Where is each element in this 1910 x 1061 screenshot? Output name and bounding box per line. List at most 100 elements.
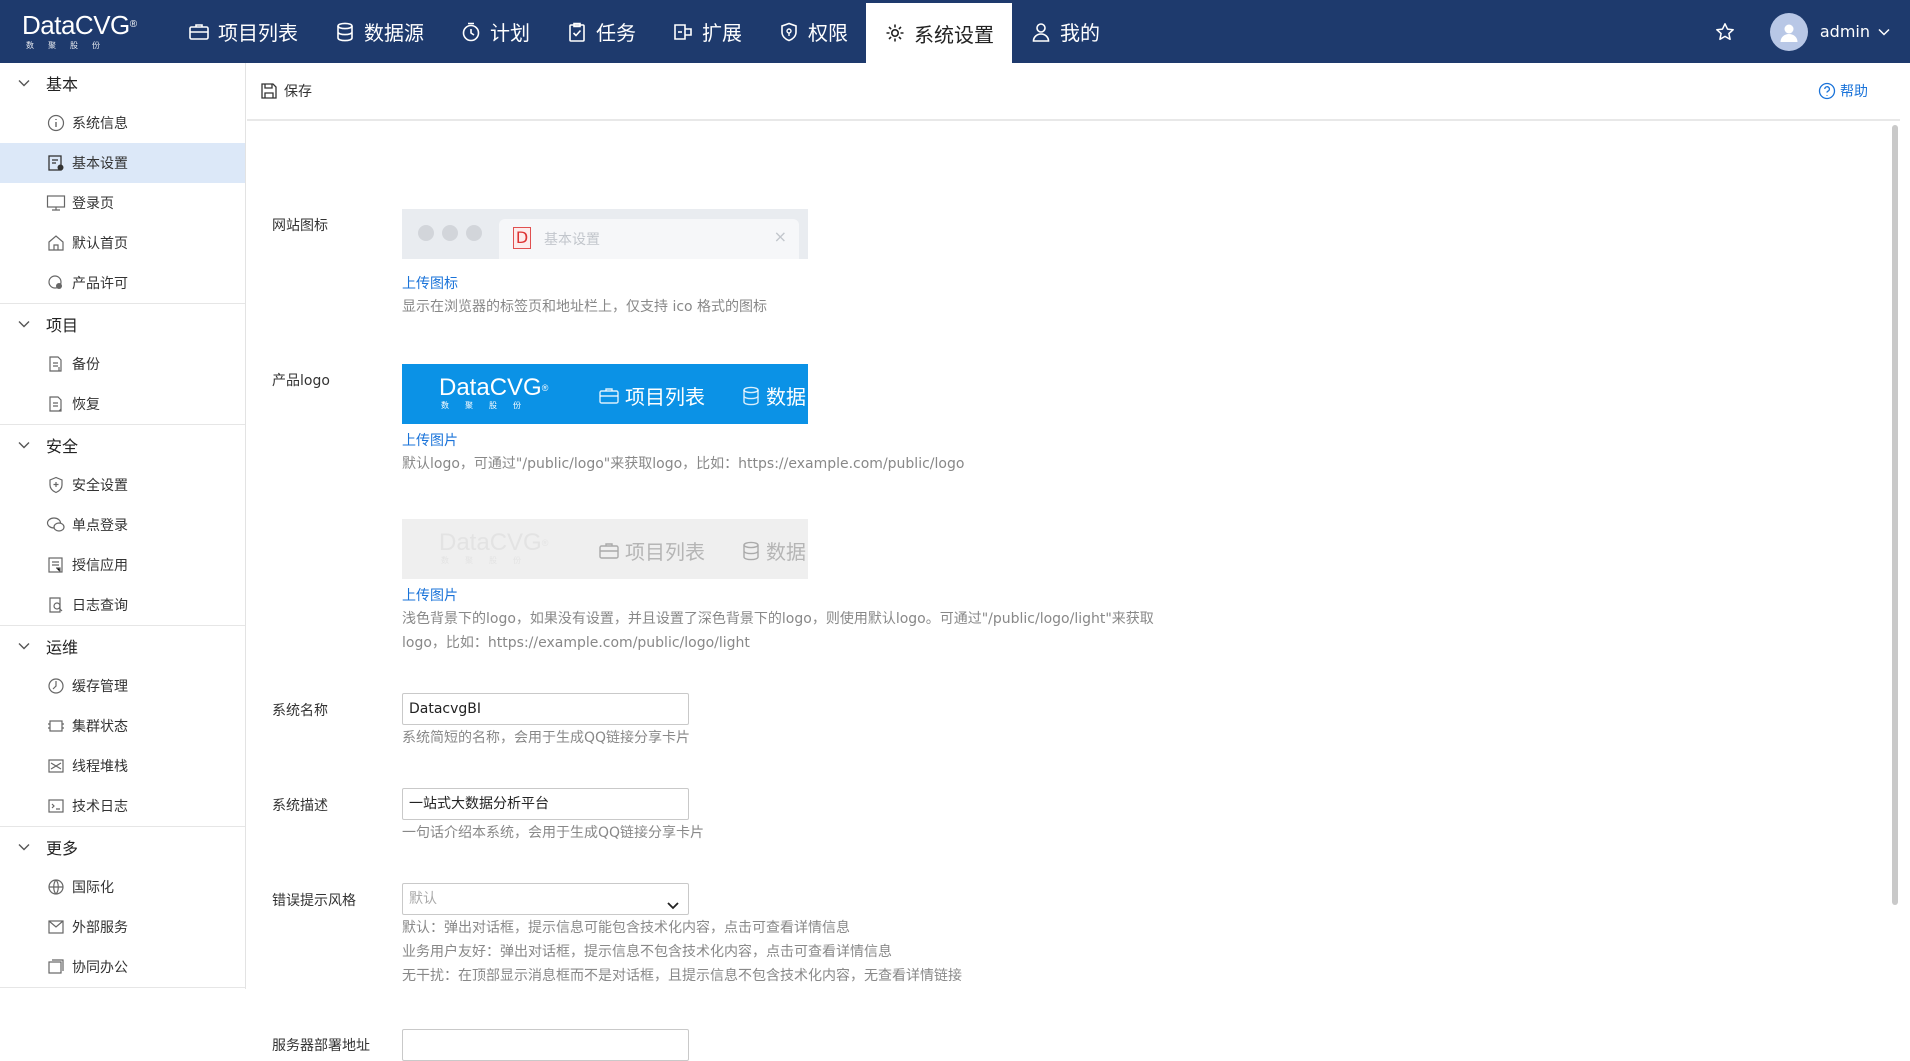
nav-permission[interactable]: 权限 bbox=[760, 0, 866, 63]
help-link[interactable]: 帮助 bbox=[1818, 81, 1868, 101]
sidebar-item-external-services[interactable]: 外部服务 bbox=[0, 907, 245, 947]
sidebar: 基本 系统信息 基本设置 登录页 默认首页 产品许可 项目 备份 恢复 安全 安… bbox=[0, 63, 246, 989]
sidebar-item-system-info[interactable]: 系统信息 bbox=[0, 103, 245, 143]
sidebar-item-label: 技术日志 bbox=[72, 799, 128, 815]
nav-plan[interactable]: 计划 bbox=[442, 0, 548, 63]
favicon-field: D 基本设置 × 上传图标 显示在浏览器的标签页和地址栏上，仅支持 ico 格式… bbox=[402, 209, 808, 319]
sidebar-group-header[interactable]: 运维 bbox=[0, 626, 245, 666]
username[interactable]: admin bbox=[1820, 22, 1870, 41]
upload-logo-link[interactable]: 上传图片 bbox=[402, 430, 458, 450]
save-button[interactable]: 保存 bbox=[260, 81, 312, 101]
system-desc-input[interactable]: 一站式大数据分析平台 bbox=[402, 788, 689, 820]
sidebar-group-title: 更多 bbox=[46, 839, 79, 858]
sidebar-item-label: 安全设置 bbox=[72, 478, 128, 494]
chevron-down-icon[interactable] bbox=[1878, 24, 1890, 40]
sidebar-item-cache[interactable]: 缓存管理 bbox=[0, 666, 245, 706]
logo-reg-mark: ® bbox=[541, 538, 549, 548]
brand-reg-mark: ® bbox=[129, 19, 137, 30]
preview-nav-label: 项目列表 bbox=[625, 385, 705, 409]
scrollbar[interactable] bbox=[1892, 125, 1898, 905]
nav-datasource[interactable]: 数据源 bbox=[316, 0, 442, 63]
nav-project-list[interactable]: 项目列表 bbox=[170, 0, 316, 63]
shield-icon bbox=[778, 21, 800, 43]
logo-preview-light: DataCVG® 数聚股份 项目列表 数据 bbox=[402, 519, 808, 579]
system-desc-field: 一站式大数据分析平台 一句话介绍本系统，会用于生成QQ链接分享卡片 bbox=[402, 788, 704, 845]
sidebar-group-more: 更多 国际化 外部服务 协同办公 bbox=[0, 827, 245, 988]
database-icon bbox=[742, 541, 760, 561]
sidebar-item-i18n[interactable]: 国际化 bbox=[0, 867, 245, 907]
log-search-icon bbox=[46, 595, 66, 615]
brand-logo[interactable]: DataCVG® 数聚股份 bbox=[22, 12, 142, 52]
timer-icon bbox=[460, 21, 482, 43]
preview-nav-item: 项目列表 bbox=[599, 381, 705, 410]
system-name-input[interactable]: DatacvgBI bbox=[402, 693, 689, 725]
error-style-select[interactable]: 默认 bbox=[402, 883, 689, 915]
favorite-star-icon[interactable] bbox=[1710, 17, 1740, 47]
nav-mine[interactable]: 我的 bbox=[1012, 0, 1118, 63]
sidebar-item-backup[interactable]: 备份 bbox=[0, 344, 245, 384]
system-desc-hint: 一句话介绍本系统，会用于生成QQ链接分享卡片 bbox=[402, 825, 705, 841]
upload-favicon-link[interactable]: 上传图标 bbox=[402, 273, 458, 293]
sidebar-item-trusted-apps[interactable]: 授信应用 bbox=[0, 545, 245, 585]
globe-icon bbox=[46, 877, 66, 897]
task-icon bbox=[566, 21, 588, 43]
window-dot bbox=[442, 225, 458, 241]
chevron-down-icon bbox=[18, 79, 32, 87]
nav-extension[interactable]: 扩展 bbox=[654, 0, 760, 63]
window-dot bbox=[466, 225, 482, 241]
server-addr-input[interactable] bbox=[402, 1029, 689, 1061]
avatar[interactable] bbox=[1769, 12, 1808, 51]
error-style-hint-friendly: 业务用户友好：弹出对话框，提示信息不包含技术化内容，点击可查看详情信息 bbox=[402, 944, 892, 960]
nav-label: 系统设置 bbox=[914, 22, 994, 47]
sidebar-item-default-home[interactable]: 默认首页 bbox=[0, 223, 245, 263]
brand-subtitle: 数聚股份 bbox=[26, 41, 114, 50]
cluster-icon bbox=[46, 716, 66, 736]
cache-icon bbox=[46, 676, 66, 696]
sidebar-group-header[interactable]: 项目 bbox=[0, 304, 245, 344]
nav-label: 权限 bbox=[808, 21, 848, 45]
nav-label: 计划 bbox=[490, 21, 530, 45]
error-style-value: 默认 bbox=[409, 891, 437, 907]
sidebar-item-restore[interactable]: 恢复 bbox=[0, 384, 245, 424]
logo-subtitle: 数聚股份 bbox=[441, 556, 537, 565]
nav-label: 我的 bbox=[1060, 21, 1100, 45]
error-style-hint-default: 默认：弹出对话框，提示信息可能包含技术化内容，点击可查看详情信息 bbox=[402, 920, 850, 936]
briefcase-icon bbox=[599, 387, 619, 405]
sidebar-group-security: 安全 安全设置 单点登录 授信应用 日志查询 bbox=[0, 425, 245, 626]
sidebar-item-label: 缓存管理 bbox=[72, 679, 128, 695]
favicon-hint: 显示在浏览器的标签页和地址栏上，仅支持 ico 格式的图标 bbox=[402, 299, 768, 315]
sidebar-item-basic-settings[interactable]: 基本设置 bbox=[0, 143, 245, 183]
sidebar-group-header[interactable]: 基本 bbox=[0, 63, 245, 103]
favicon-letter: D bbox=[513, 227, 531, 249]
sidebar-item-label: 国际化 bbox=[72, 880, 114, 896]
nav-system-settings[interactable]: 系统设置 bbox=[866, 3, 1012, 63]
user-icon bbox=[1030, 21, 1052, 43]
sidebar-group-header[interactable]: 安全 bbox=[0, 425, 245, 465]
chevron-down-icon bbox=[18, 843, 32, 851]
sidebar-item-label: 线程堆栈 bbox=[72, 759, 128, 775]
light-logo-hint-1: 浅色背景下的logo，如果没有设置，并且设置了深色背景下的logo，则使用默认l… bbox=[402, 611, 1154, 627]
sidebar-item-license[interactable]: 产品许可 bbox=[0, 263, 245, 303]
terminal-icon bbox=[46, 796, 66, 816]
sidebar-item-security-settings[interactable]: 安全设置 bbox=[0, 465, 245, 505]
user-area: admin bbox=[1710, 0, 1910, 63]
sidebar-item-cluster[interactable]: 集群状态 bbox=[0, 706, 245, 746]
top-navbar: DataCVG® 数聚股份 项目列表 数据源 计划 任务 扩展 权限 系统设置 … bbox=[0, 0, 1910, 63]
logo-label: 产品logo bbox=[272, 373, 330, 389]
nav-task[interactable]: 任务 bbox=[548, 0, 654, 63]
sidebar-item-tech-log[interactable]: 技术日志 bbox=[0, 786, 245, 826]
sidebar-item-thread-stack[interactable]: 线程堆栈 bbox=[0, 746, 245, 786]
monitor-icon bbox=[46, 193, 66, 213]
logo-preview-dark: DataCVG® 数聚股份 项目列表 数据 bbox=[402, 364, 808, 424]
sidebar-item-sso[interactable]: 单点登录 bbox=[0, 505, 245, 545]
sidebar-item-login-page[interactable]: 登录页 bbox=[0, 183, 245, 223]
sidebar-item-log-query[interactable]: 日志查询 bbox=[0, 585, 245, 625]
sidebar-group-header[interactable]: 更多 bbox=[0, 827, 245, 867]
brand-name: DataCVG bbox=[22, 10, 130, 40]
favicon-label: 网站图标 bbox=[272, 218, 328, 234]
main-content: 保存 帮助 网站图标 D 基本设置 × 上传图标 显示在浏览器的标签页和地址栏上… bbox=[247, 63, 1900, 1061]
upload-light-logo-link[interactable]: 上传图片 bbox=[402, 585, 458, 605]
sidebar-item-collab[interactable]: 协同办公 bbox=[0, 947, 245, 987]
sidebar-item-label: 协同办公 bbox=[72, 960, 128, 976]
sidebar-item-label: 登录页 bbox=[72, 196, 114, 212]
